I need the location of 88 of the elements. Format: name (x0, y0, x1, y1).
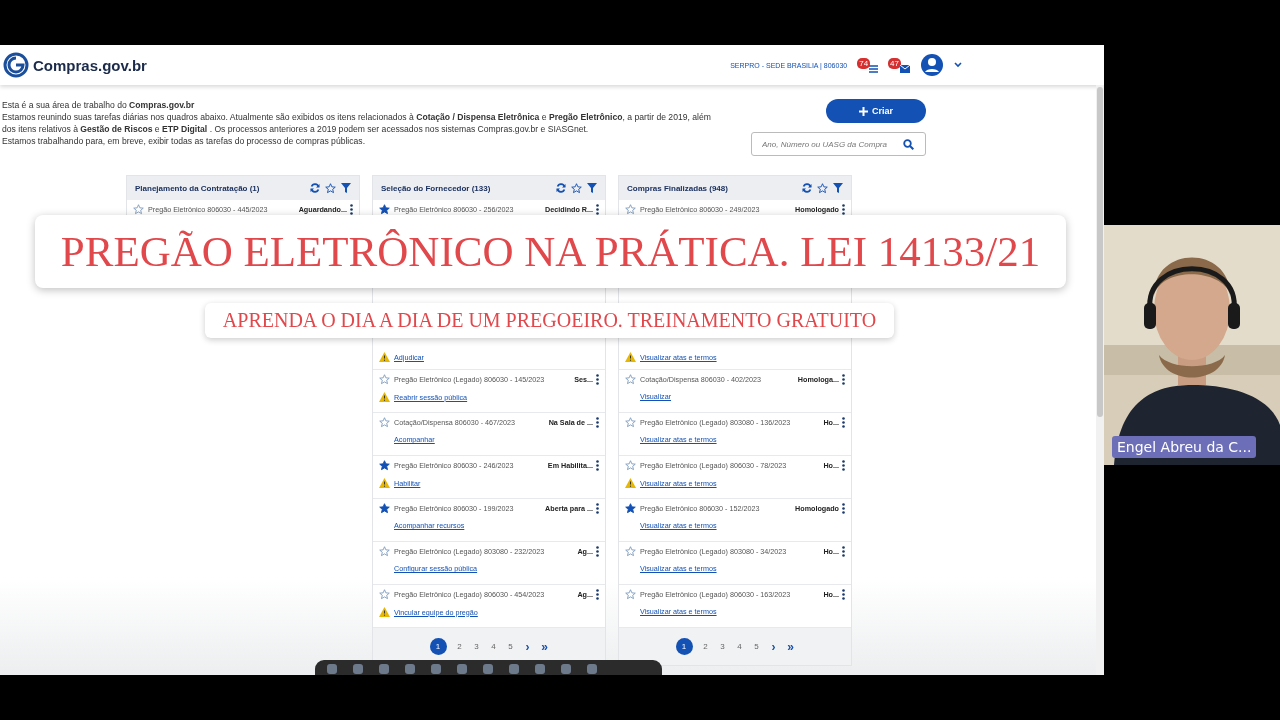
refresh-icon[interactable] (556, 183, 566, 193)
more-options-icon[interactable] (596, 460, 599, 471)
filter-icon[interactable] (587, 183, 597, 193)
panel-title: Planejamento da Contratação (1) (135, 183, 260, 193)
panel-title: Compras Finalizadas (948) (627, 183, 728, 193)
chevron-down-icon[interactable] (954, 62, 962, 68)
star-icon[interactable] (571, 182, 582, 194)
list-icon (869, 64, 879, 73)
favorite-star-icon[interactable] (133, 204, 144, 215)
page-button[interactable]: 5 (506, 642, 515, 651)
more-options-icon[interactable] (350, 204, 353, 215)
last-page-button[interactable]: » (786, 639, 795, 654)
banner-title: PREGÃO ELETRÔNICO NA PRÁTICA. LEI 14133/21 (60, 227, 1041, 276)
refresh-icon[interactable] (802, 183, 812, 193)
favorite-star-icon[interactable] (625, 589, 636, 600)
notifications-button[interactable]: 74 (857, 57, 879, 73)
filter-icon[interactable] (341, 183, 351, 193)
more-options-icon[interactable] (842, 374, 845, 385)
more-options-icon[interactable] (596, 374, 599, 385)
next-page-button[interactable]: › (523, 639, 532, 654)
more-options-icon[interactable] (596, 417, 599, 428)
favorite-star-icon[interactable] (379, 589, 390, 600)
more-options-icon[interactable] (596, 546, 599, 557)
envelope-icon (900, 64, 910, 73)
app-icon[interactable] (509, 664, 519, 674)
favorite-star-icon[interactable] (379, 546, 390, 557)
create-button[interactable]: Criar (826, 99, 926, 123)
search-field[interactable]: Ano, Número ou UASG da Compra (751, 132, 926, 156)
page-button[interactable]: 2 (455, 642, 464, 651)
more-options-icon[interactable] (842, 546, 845, 557)
favorite-star-icon[interactable] (625, 374, 636, 385)
page-button[interactable]: 1 (429, 638, 447, 655)
page-button[interactable]: 2 (701, 642, 710, 651)
intro-paragraph: Estamos trabalhando para, em breve, exibir todas as tarefas do processo de compras públicas. (2, 135, 367, 147)
panel-title: Seleção do Fornecedor (133) (381, 183, 491, 193)
app-icon[interactable] (379, 664, 389, 674)
more-options-icon[interactable] (842, 460, 845, 471)
app-icon[interactable] (587, 664, 597, 674)
page-button[interactable]: 4 (489, 642, 498, 651)
refresh-icon[interactable] (310, 183, 320, 193)
favorite-star-icon[interactable] (379, 417, 390, 428)
favorite-star-icon[interactable] (625, 503, 636, 514)
more-options-icon[interactable] (596, 503, 599, 514)
star-icon[interactable] (817, 182, 828, 194)
banner-subtitle: APRENDA O DIA A DIA DE UM PREGOEIRO. TREINAMENTO GRATUITO (222, 309, 877, 332)
favorite-star-icon[interactable] (625, 546, 636, 557)
user-avatar-icon[interactable] (920, 53, 944, 77)
app-icon[interactable] (405, 664, 415, 674)
intro-paragraph: Estamos reunindo suas tarefas diárias nos quadros abaixo. Atualmente são exibidos os itens relacionados à Cotação / Dispensa Eletrônica e Pregão Eletrônico, a partir de 2019, além dos itens relativos à Gestão de Riscos e ETP Digital . Os processos anteriores a 2019 podem ser acessados nos sistemas Compras.gov.br e SIASGnet. (2, 111, 712, 135)
search-icon (903, 139, 914, 150)
plus-icon (859, 106, 868, 116)
more-options-icon[interactable] (842, 204, 845, 215)
app-icon[interactable] (535, 664, 545, 674)
last-page-button[interactable]: » (540, 639, 549, 654)
filter-icon[interactable] (833, 183, 843, 193)
app-icon[interactable] (327, 664, 337, 674)
favorite-star-icon[interactable] (379, 374, 390, 385)
participant-name: Engel Abreu da C... (1112, 436, 1257, 458)
app-icon[interactable] (353, 664, 363, 674)
intro-paragraph: Esta é a sua área de trabalho do Compras.gov.br (2, 99, 196, 111)
messages-button[interactable]: 47 (888, 57, 910, 73)
page-button[interactable]: 3 (718, 642, 727, 651)
page-button[interactable]: 4 (735, 642, 744, 651)
favorite-star-icon[interactable] (625, 204, 636, 215)
app-icon[interactable] (457, 664, 467, 674)
app-icon[interactable] (431, 664, 441, 674)
logo-icon (3, 52, 29, 78)
star-icon[interactable] (325, 182, 336, 194)
page-button[interactable]: 1 (675, 638, 693, 655)
more-options-icon[interactable] (842, 503, 845, 514)
favorite-star-icon[interactable] (379, 503, 390, 514)
page-button[interactable]: 5 (752, 642, 761, 651)
favorite-star-icon[interactable] (379, 204, 390, 215)
site-logo[interactable]: Compras.gov.br (33, 56, 147, 74)
app-icon[interactable] (561, 664, 571, 674)
favorite-star-icon[interactable] (625, 417, 636, 428)
page-button[interactable]: 3 (472, 642, 481, 651)
more-options-icon[interactable] (842, 589, 845, 600)
notification-badge: 74 (857, 57, 871, 69)
favorite-star-icon[interactable] (625, 460, 636, 471)
more-options-icon[interactable] (596, 589, 599, 600)
app-icon[interactable] (483, 664, 493, 674)
message-badge: 47 (888, 57, 901, 69)
favorite-star-icon[interactable] (379, 460, 390, 471)
scrollbar[interactable] (1096, 85, 1104, 675)
more-options-icon[interactable] (596, 204, 599, 215)
next-page-button[interactable]: › (769, 639, 778, 654)
more-options-icon[interactable] (842, 417, 845, 428)
